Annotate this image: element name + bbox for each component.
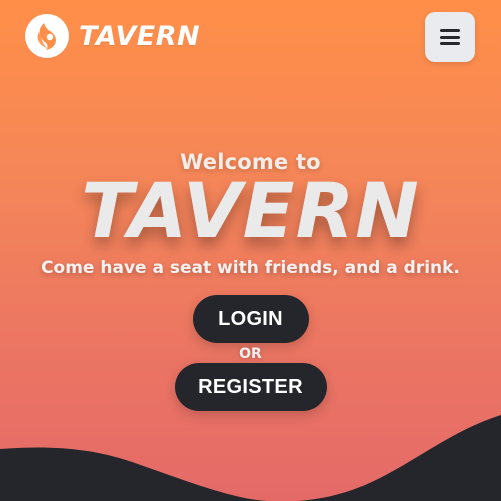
login-button-label: LOGIN: [218, 307, 283, 330]
menu-line: [440, 29, 460, 32]
hero-title: TAVERN: [81, 166, 420, 255]
menu-line: [440, 35, 460, 39]
tavern-logo-icon: [25, 14, 69, 58]
menu-line: [440, 42, 460, 45]
hero-tagline: Come have a seat with friends, and a dri…: [41, 258, 460, 278]
login-button[interactable]: LOGIN: [192, 295, 309, 343]
brand-title: TAVERN: [79, 20, 201, 52]
register-button[interactable]: REGISTER: [174, 363, 327, 411]
top-bar: TAVERN: [0, 0, 501, 76]
register-button-label: REGISTER: [198, 375, 303, 398]
hamburger-menu-icon: [440, 29, 460, 45]
bottom-wave: [0, 415, 501, 501]
or-separator: OR: [239, 346, 262, 362]
menu-button[interactable]: [425, 12, 475, 62]
brand-link[interactable]: TAVERN: [25, 14, 200, 58]
